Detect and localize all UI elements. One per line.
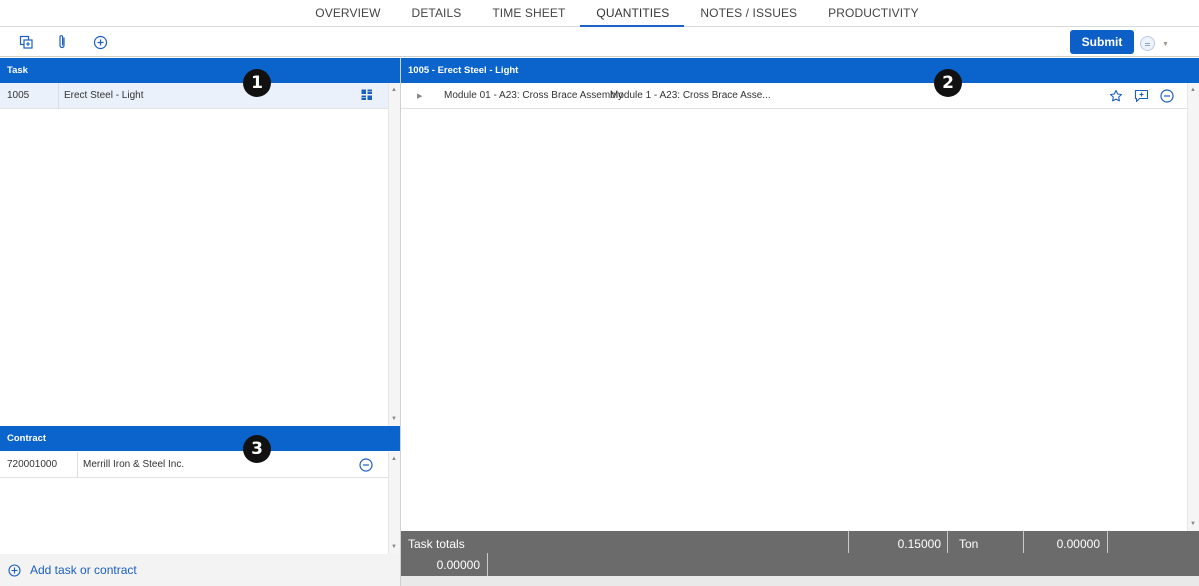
column-divider bbox=[947, 531, 948, 553]
marker-3: 3 bbox=[243, 435, 271, 463]
right-panel: 1005 - Erect Steel - Light ▶ Module 01 -… bbox=[401, 58, 1199, 586]
scroll-down-icon[interactable]: ▼ bbox=[1190, 521, 1196, 527]
minus-circle-icon[interactable] bbox=[1160, 89, 1174, 106]
contract-name: Merrill Iron & Steel Inc. bbox=[83, 459, 185, 470]
tab-productivity[interactable]: PRODUCTIVITY bbox=[812, 0, 934, 26]
totals-label: Task totals bbox=[408, 537, 465, 551]
paperclip-icon[interactable] bbox=[54, 34, 70, 50]
add-link-label: Add task or contract bbox=[30, 563, 137, 577]
scroll-down-icon[interactable]: ▼ bbox=[391, 416, 397, 422]
detail-scrollbar[interactable]: ▲ ▼ bbox=[1187, 83, 1199, 531]
contract-header-label: Contract bbox=[7, 433, 47, 444]
tab-overview[interactable]: OVERVIEW bbox=[299, 0, 395, 26]
task-name: Erect Steel - Light bbox=[64, 90, 144, 101]
task-code: 1005 bbox=[7, 90, 30, 101]
expand-arrow-icon[interactable]: ▶ bbox=[417, 92, 422, 100]
add-comment-icon[interactable] bbox=[1134, 89, 1149, 106]
scroll-up-icon[interactable]: ▲ bbox=[1190, 87, 1196, 93]
column-divider bbox=[487, 553, 488, 576]
tab-notes-issues[interactable]: NOTES / ISSUES bbox=[684, 0, 812, 26]
marker-2: 2 bbox=[934, 69, 962, 97]
add-task-or-contract-link[interactable]: Add task or contract bbox=[0, 554, 400, 586]
grid-view-icon[interactable] bbox=[361, 89, 373, 104]
totals-footer-strip bbox=[401, 576, 1199, 586]
minus-circle-icon[interactable] bbox=[359, 458, 373, 475]
column-divider bbox=[848, 531, 849, 553]
scroll-up-icon[interactable]: ▲ bbox=[391, 456, 397, 462]
detail-header-label: 1005 - Erect Steel - Light bbox=[408, 65, 519, 76]
task-row[interactable]: 1005 Erect Steel - Light bbox=[0, 83, 388, 109]
task-header-label: Task bbox=[7, 65, 28, 76]
copy-icon[interactable] bbox=[18, 34, 34, 50]
column-divider bbox=[77, 452, 78, 478]
chevron-down-icon[interactable]: ▼ bbox=[1162, 41, 1169, 48]
add-circle-icon bbox=[8, 563, 21, 577]
left-panel: Task 1005 Erect Steel - Light ▲ ▼ Contra… bbox=[0, 58, 401, 586]
scroll-up-icon[interactable]: ▲ bbox=[391, 87, 397, 93]
totals-value-3: 0.00000 bbox=[436, 558, 480, 572]
detail-item-name: Module 01 - A23: Cross Brace Assembly bbox=[444, 90, 623, 101]
submit-button[interactable]: Submit bbox=[1070, 30, 1134, 54]
tab-details[interactable]: DETAILS bbox=[396, 0, 477, 26]
detail-panel-header: 1005 - Erect Steel - Light bbox=[401, 58, 1199, 83]
contract-scrollbar[interactable]: ▲ ▼ bbox=[388, 452, 400, 554]
column-divider bbox=[58, 83, 59, 109]
totals-quantity: 0.15000 bbox=[897, 537, 941, 551]
contract-code: 720001000 bbox=[7, 459, 58, 470]
task-scrollbar[interactable]: ▲ ▼ bbox=[388, 83, 400, 426]
contract-panel-header: Contract bbox=[0, 426, 400, 451]
tab-quantities[interactable]: QUANTITIES bbox=[580, 0, 685, 27]
star-icon[interactable] bbox=[1109, 89, 1123, 106]
tab-time-sheet[interactable]: TIME SHEET bbox=[476, 0, 580, 26]
detail-item-description: Module 1 - A23: Cross Brace Asse... bbox=[610, 90, 771, 101]
marker-1: 1 bbox=[243, 69, 271, 97]
scroll-down-icon[interactable]: ▼ bbox=[391, 544, 397, 550]
task-panel-header: Task bbox=[0, 58, 400, 83]
totals-unit: Ton bbox=[959, 537, 979, 551]
detail-row[interactable]: ▶ Module 01 - A23: Cross Brace Assembly … bbox=[401, 83, 1187, 109]
top-navigation: OVERVIEW DETAILS TIME SHEET QUANTITIES N… bbox=[0, 0, 1199, 27]
totals-value-2: 0.00000 bbox=[1056, 537, 1100, 551]
add-circle-icon[interactable] bbox=[92, 34, 108, 50]
contract-row[interactable]: 720001000 Merrill Iron & Steel Inc. bbox=[0, 452, 388, 478]
toolbar: Submit ▼ bbox=[0, 28, 1199, 57]
column-divider bbox=[1107, 531, 1108, 553]
user-avatar[interactable] bbox=[1140, 36, 1155, 51]
